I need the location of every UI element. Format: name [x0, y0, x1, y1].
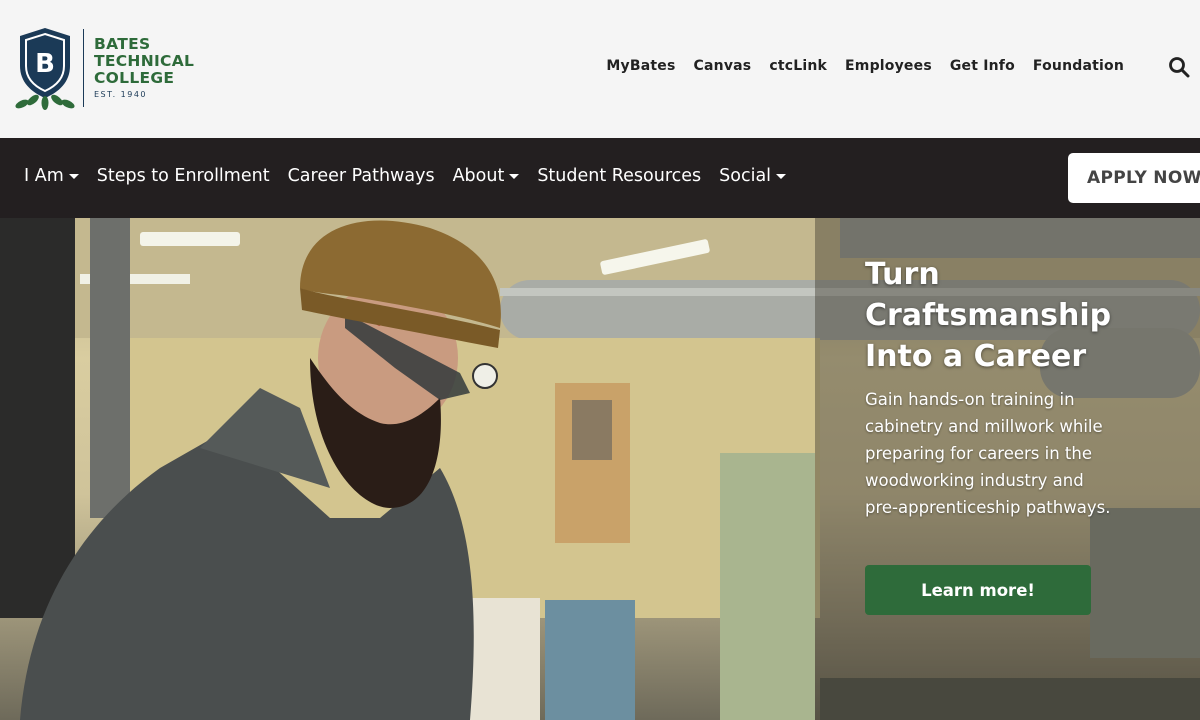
search-icon[interactable]: [1168, 56, 1190, 78]
college-logo[interactable]: B BATES TECHNICAL COLLEGE EST. 1940: [14, 26, 194, 112]
hero-title: Turn Craftsmanship Into a Career: [865, 254, 1185, 377]
util-link-mybates[interactable]: MyBates: [606, 58, 675, 74]
top-header: B BATES TECHNICAL COLLEGE EST. 1940 MyBa…: [0, 0, 1200, 138]
util-link-foundation[interactable]: Foundation: [1033, 58, 1124, 74]
shield-logo-icon: B: [15, 28, 75, 110]
logo-line: BATES: [94, 35, 151, 53]
utility-nav: MyBates Canvas ctcLink Employees Get Inf…: [588, 58, 1124, 74]
nav-item-about[interactable]: About: [453, 166, 520, 186]
nav-item-label: Student Resources: [537, 166, 702, 186]
nav-item-label: Social: [719, 166, 772, 186]
nav-item-label: Career Pathways: [287, 166, 435, 186]
hero-title-line: Craftsmanship: [865, 298, 1112, 333]
hero-title-line: Turn: [865, 257, 940, 292]
nav-item-steps-to-enrollment[interactable]: Steps to Enrollment: [97, 166, 270, 186]
util-link-employees[interactable]: Employees: [845, 58, 932, 74]
util-link-get-info[interactable]: Get Info: [950, 58, 1015, 74]
logo-line: TECHNICAL: [94, 52, 195, 70]
main-nav: I Am Steps to Enrollment Career Pathways…: [0, 138, 1200, 218]
caret-down-icon: [509, 173, 520, 179]
nav-item-i-am[interactable]: I Am: [24, 166, 79, 186]
svg-text:B: B: [35, 49, 55, 79]
logo-divider: [83, 29, 84, 107]
caret-down-icon: [776, 173, 787, 179]
learn-more-button[interactable]: Learn more!: [865, 565, 1091, 615]
hero-title-line: Into a Career: [865, 339, 1087, 374]
logo-established: EST. 1940: [94, 90, 148, 99]
caret-down-icon: [68, 173, 79, 179]
main-nav-list: I Am Steps to Enrollment Career Pathways…: [24, 166, 804, 186]
nav-item-social[interactable]: Social: [719, 166, 787, 186]
logo-wordmark: BATES TECHNICAL COLLEGE: [94, 36, 194, 87]
hero-description: Gain hands-on training in cabinetry and …: [865, 390, 1111, 517]
nav-item-label: Steps to Enrollment: [96, 166, 270, 186]
util-link-canvas[interactable]: Canvas: [694, 58, 752, 74]
logo-line: COLLEGE: [94, 69, 175, 87]
nav-item-label: I Am: [24, 166, 64, 186]
nav-item-career-pathways[interactable]: Career Pathways: [288, 166, 435, 186]
hero-banner: Turn Craftsmanship Into a Career Gain ha…: [0, 218, 1200, 720]
nav-item-label: About: [452, 166, 505, 186]
apply-now-button[interactable]: APPLY NOW: [1068, 153, 1200, 203]
util-link-ctclink[interactable]: ctcLink: [769, 58, 827, 74]
nav-item-student-resources[interactable]: Student Resources: [537, 166, 701, 186]
